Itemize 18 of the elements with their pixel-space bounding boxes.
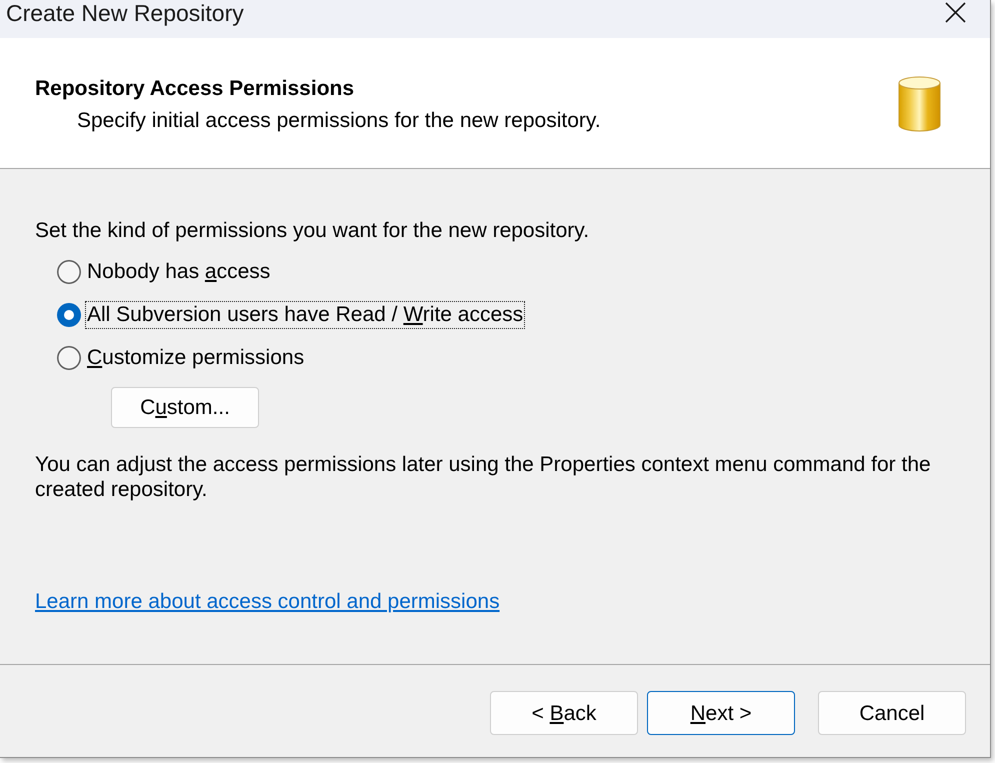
back-button[interactable]: < Back	[490, 691, 638, 735]
radio-label[interactable]: Nobody has access	[85, 258, 272, 286]
radio-label[interactable]: Customize permissions	[85, 344, 306, 372]
custom-button[interactable]: Custom...	[111, 387, 259, 428]
radio-button[interactable]	[57, 260, 81, 284]
database-icon	[898, 76, 941, 132]
help-link[interactable]: Learn more about access control and permissions	[35, 589, 500, 614]
radio-button[interactable]	[57, 346, 81, 370]
page-heading: Repository Access Permissions	[35, 76, 356, 101]
radio-button[interactable]	[57, 302, 81, 326]
radio-label[interactable]: All Subversion users have Read / Write access	[85, 300, 526, 328]
note-text: You can adjust the access permissions later using the Properties context menu command for the created repository.	[35, 452, 932, 502]
window-title: Create New Repository	[6, 0, 244, 26]
instruction-text: Set the kind of permissions you want for the new repository.	[35, 218, 590, 243]
page-subtitle: Specify initial access permissions for the new repository.	[76, 108, 601, 133]
cancel-button[interactable]: Cancel	[818, 691, 966, 735]
close-icon[interactable]	[945, 2, 966, 23]
next-button[interactable]: Next >	[647, 691, 795, 735]
